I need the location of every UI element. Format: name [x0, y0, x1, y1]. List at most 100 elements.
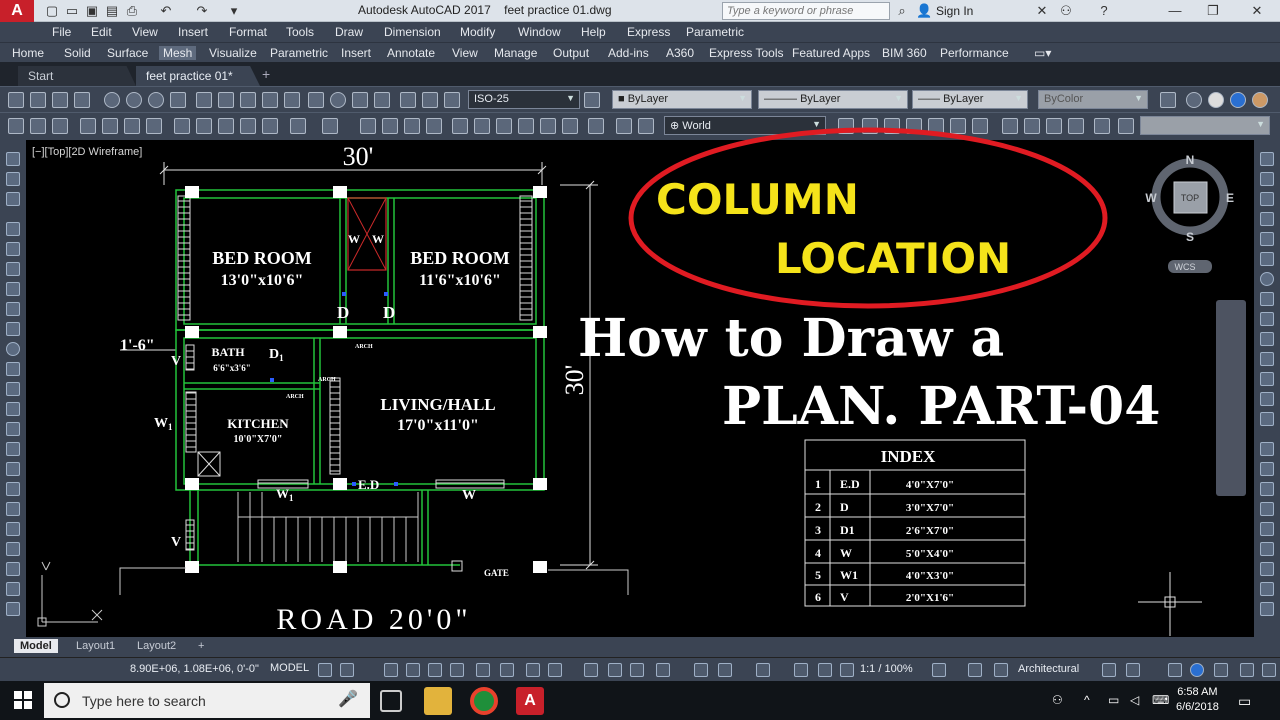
annotation-scale-select[interactable]: 1:1 / 100%	[860, 663, 913, 675]
windows-start-icon[interactable]	[14, 691, 32, 709]
viewcube-top-face[interactable]: TOP	[1181, 193, 1199, 203]
navigation-bar[interactable]	[1216, 300, 1246, 496]
units-select[interactable]: Architectural	[1018, 663, 1079, 675]
3d-osnap-icon[interactable]	[608, 663, 622, 677]
lock-ui-icon[interactable]	[1126, 663, 1140, 677]
bedroom-2-size: 11'6"x10'6"	[419, 272, 501, 289]
chrome-icon[interactable]	[470, 687, 498, 715]
ortho-icon[interactable]	[406, 663, 420, 677]
index-row-size: 5'0"X4'0"	[906, 548, 954, 560]
site-boundary-left	[119, 567, 186, 595]
shaft-window-tag-1: W	[348, 232, 360, 246]
entrance-door-tag: E.D	[358, 477, 379, 492]
autocad-task-icon[interactable]: A	[516, 687, 544, 715]
workspace-gear-icon[interactable]	[932, 663, 946, 677]
network-icon[interactable]: ▭	[1108, 693, 1119, 707]
overlay-location: LOCATION	[775, 234, 1011, 283]
transparency-icon[interactable]	[548, 663, 562, 677]
taskbar-search-input[interactable]: Type here to search	[44, 683, 370, 718]
selection-filter-icon[interactable]	[656, 663, 670, 677]
snap-icon[interactable]	[340, 663, 354, 677]
index-row-size: 4'0"X7'0"	[906, 479, 954, 491]
isolate-objects-icon[interactable]	[1168, 663, 1182, 677]
gizmo-icon[interactable]	[694, 663, 708, 677]
arch-label-1: ARCH	[355, 344, 373, 350]
add-layout-icon[interactable]: +	[192, 639, 210, 653]
volume-icon[interactable]: ◁	[1130, 693, 1139, 707]
auto-scale-icon[interactable]	[756, 663, 770, 677]
annotation-monitor-icon[interactable]	[994, 663, 1008, 677]
coordinates-readout[interactable]: 8.90E+06, 1.08E+06, 0'-0"	[130, 663, 259, 675]
index-row-size: 4'0"X3'0"	[906, 570, 954, 582]
road-label: ROAD 20'0"	[276, 603, 471, 636]
index-row-code: E.D	[840, 477, 860, 491]
people-icon[interactable]: ⚇	[1052, 693, 1063, 707]
annotation-visibility-icon[interactable]	[718, 663, 732, 677]
customization-icon[interactable]	[1240, 663, 1254, 677]
annotation-scale-2-icon[interactable]	[818, 663, 832, 677]
selection-cycling-icon[interactable]	[584, 663, 598, 677]
status-bar: 8.90E+06, 1.08E+06, 0'-0" MODEL 1:1 / 10…	[0, 657, 1280, 681]
grid-icon[interactable]	[318, 663, 332, 677]
tab-layout1[interactable]: Layout1	[70, 639, 121, 653]
language-icon[interactable]: ⌨	[1152, 693, 1169, 707]
compass-s[interactable]: S	[1186, 230, 1194, 244]
index-row-code: W	[840, 546, 852, 560]
top-dimension-text: 30'	[343, 142, 374, 171]
index-row-no: 1	[815, 477, 821, 491]
clock[interactable]: 6:58 AM 6/6/2018	[1176, 685, 1219, 715]
gate-post	[451, 560, 463, 572]
object-snap-icon[interactable]	[500, 663, 514, 677]
gate-label: GATE	[484, 568, 509, 578]
arch-label-2: ARCH	[286, 394, 304, 400]
compass-e[interactable]: E	[1226, 191, 1234, 205]
tab-layout2[interactable]: Layout2	[131, 639, 182, 653]
right-dimension-text: 30'	[560, 365, 589, 396]
notifications-icon[interactable]: ▭	[1238, 693, 1251, 710]
annotation-scale-icon[interactable]	[794, 663, 808, 677]
living-hall-size: 17'0"x11'0"	[397, 417, 479, 434]
door-tag-1: D	[337, 303, 349, 322]
kitchen-size: 10'0"X7'0"	[234, 434, 283, 445]
dynamic-ucs-icon[interactable]	[630, 663, 644, 677]
compass-w[interactable]: W	[1145, 191, 1157, 205]
index-row-no: 3	[815, 523, 821, 537]
viewcube[interactable]: TOP N S E W WCS	[1145, 153, 1234, 273]
shaft-window-tag-2: W	[372, 232, 384, 246]
layout-tab-bar: Model Layout1 Layout2 +	[0, 637, 1280, 657]
model-space-button[interactable]: MODEL	[270, 662, 309, 674]
isodraft-icon[interactable]	[450, 663, 464, 677]
vent-tag-1: V	[171, 354, 181, 369]
hardware-acceleration-icon[interactable]	[1190, 663, 1204, 677]
annotation-scale-3-icon[interactable]	[840, 663, 854, 677]
bedroom-2-name: BED ROOM	[410, 248, 510, 268]
file-explorer-icon[interactable]	[424, 687, 452, 715]
columns	[185, 186, 547, 573]
wcs-menu[interactable]: WCS	[1175, 262, 1196, 272]
kitchen-name: KITCHEN	[227, 416, 289, 431]
clean-screen-icon[interactable]	[1214, 663, 1228, 677]
infer-constraints-icon[interactable]	[384, 663, 398, 677]
left-dimension-text: 1'-6"	[120, 337, 155, 354]
polar-icon[interactable]	[428, 663, 442, 677]
compass-n[interactable]: N	[1186, 153, 1195, 167]
status-menu-icon[interactable]	[1262, 663, 1276, 677]
add-icon[interactable]	[968, 663, 982, 677]
crosshair-cursor	[1138, 572, 1202, 636]
bedroom-1-name: BED ROOM	[212, 248, 312, 268]
tab-model[interactable]: Model	[14, 639, 58, 653]
task-view-icon[interactable]	[380, 690, 402, 712]
index-title: INDEX	[881, 447, 937, 466]
index-row-no: 2	[815, 500, 821, 514]
search-icon	[54, 692, 70, 708]
lineweight-display-icon[interactable]	[526, 663, 540, 677]
index-row-code: D1	[840, 523, 855, 537]
index-row-code: D	[840, 500, 849, 514]
site-boundary-right	[548, 569, 629, 595]
quick-properties-icon[interactable]	[1102, 663, 1116, 677]
microphone-icon[interactable]: 🎤	[338, 689, 358, 711]
floor-plan-drawing: 30' 30' 1'-6" BED ROOM 13'0"x10'6" BED R…	[37, 127, 1234, 636]
tray-up-icon[interactable]: ^	[1084, 693, 1090, 707]
object-snap-tracking-icon[interactable]	[476, 663, 490, 677]
window-tag-w: W	[462, 488, 476, 503]
